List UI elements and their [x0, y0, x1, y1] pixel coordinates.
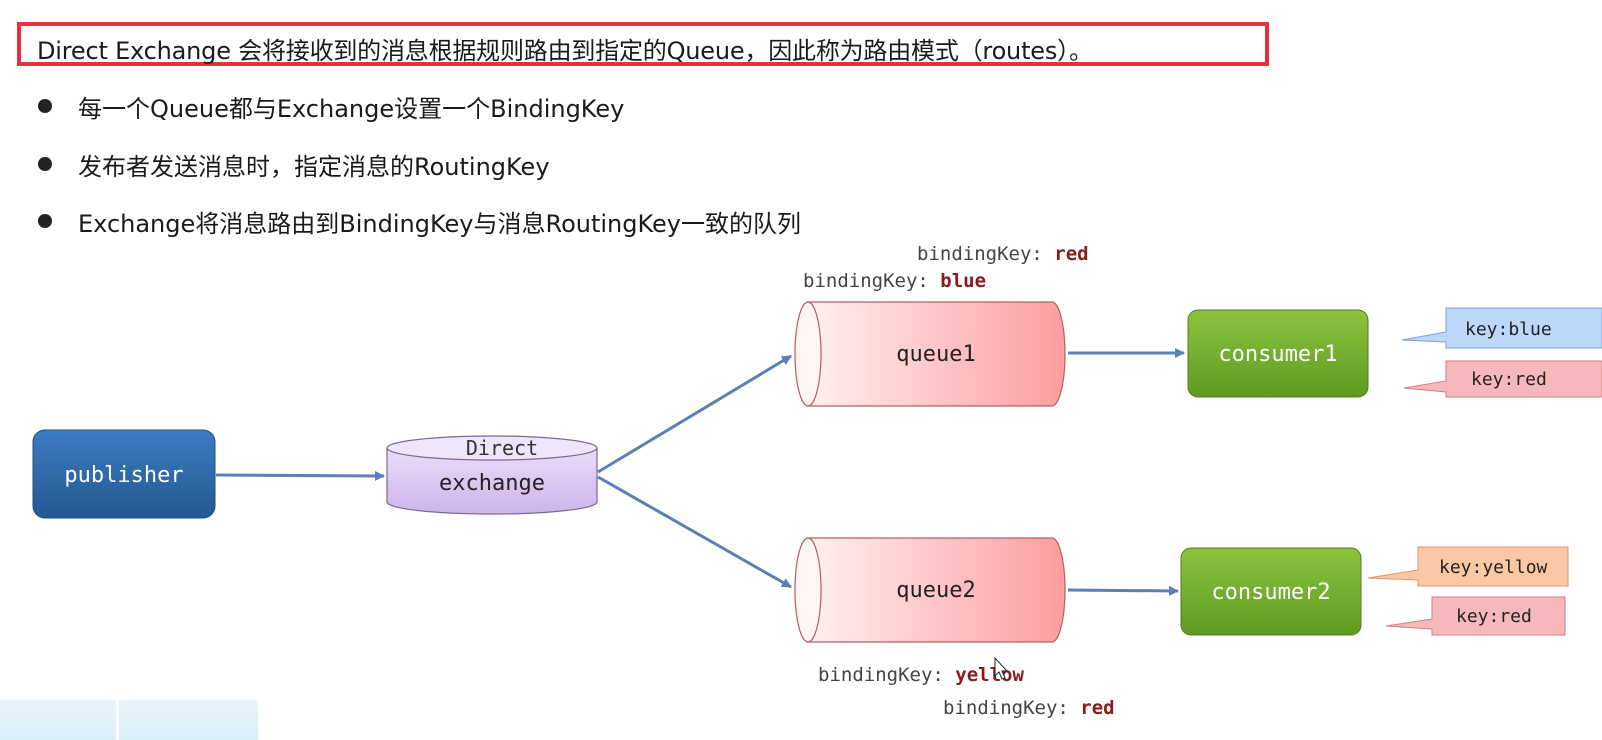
consumer2-node: consumer2: [1180, 547, 1362, 636]
arrow-exchange-to-queue1: [597, 354, 792, 474]
consumer1-node: consumer1: [1187, 309, 1369, 398]
consumer1-key-label: key:red: [1471, 369, 1547, 390]
consumer2-key-label: key:yellow: [1439, 557, 1548, 578]
queue2-node: queue2: [794, 537, 1066, 643]
arrow-queue2-to-consumer2: [1067, 585, 1179, 596]
consumer2-key-label: key:red: [1456, 606, 1532, 627]
exchange-node: Direct exchange: [386, 435, 598, 515]
consumer1-label: consumer1: [1218, 342, 1337, 367]
routing-diagram: publisher Direct exchange queue1 queue2 …: [32, 243, 1602, 719]
arrow-exchange-to-queue2: [597, 475, 792, 589]
consumer2-key-callout: key:red: [1385, 596, 1566, 636]
binding-key-label: bindingKey: red: [917, 243, 1089, 265]
exchange-label: exchange: [439, 471, 545, 496]
consumer2-key-callout: key:yellow: [1367, 546, 1569, 587]
binding-key-label: bindingKey: blue: [803, 270, 986, 292]
consumer2-label: consumer2: [1211, 580, 1330, 605]
consumer1-key-callout: key:blue: [1401, 307, 1602, 349]
queue1-label: queue1: [896, 342, 975, 367]
binding-key-label: bindingKey: yellow: [818, 664, 1024, 686]
consumer1-key-callout: key:red: [1403, 360, 1602, 398]
arrow-publisher-to-exchange: [215, 470, 385, 481]
queue2-label: queue2: [896, 578, 975, 603]
exchange-type-label: Direct: [466, 436, 538, 460]
bottom-left-strip-divider: [116, 700, 119, 740]
bottom-left-strip: [0, 700, 258, 740]
consumer1-key-label: key:blue: [1465, 319, 1552, 340]
binding-key-label: bindingKey: red: [943, 697, 1115, 719]
publisher-node: publisher: [32, 429, 216, 519]
publisher-label: publisher: [64, 463, 183, 488]
queue1-node: queue1: [794, 301, 1066, 407]
